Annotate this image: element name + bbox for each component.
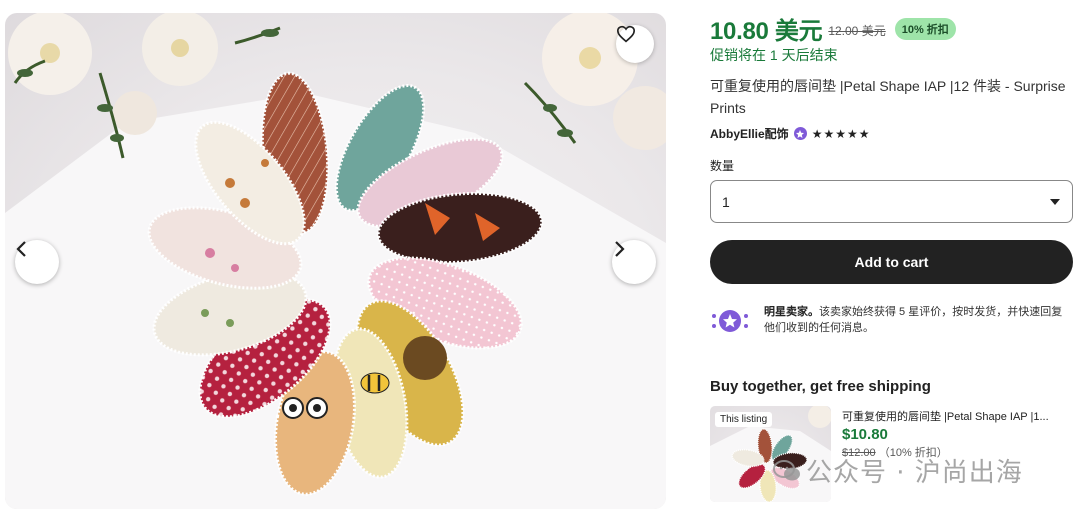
seller-name[interactable]: AbbyEllie配饰 xyxy=(710,125,789,142)
heart-outline-icon xyxy=(616,25,636,43)
bee-print xyxy=(360,372,390,394)
quantity-value: 1 xyxy=(722,193,730,210)
listing-details-panel: 10.80 美元 12.00 美元 10% 折扣 促销将在 1 天后结束 可重复… xyxy=(710,12,1073,502)
chevron-right-icon xyxy=(615,241,625,257)
favorite-button[interactable] xyxy=(616,25,654,63)
watermark: 公众号 · 沪尚出海 xyxy=(773,452,1023,489)
add-to-cart-button[interactable]: Add to cart xyxy=(710,240,1073,284)
quantity-select[interactable]: 1 xyxy=(710,180,1073,223)
seller-row[interactable]: AbbyEllie配饰 ★★★★★ xyxy=(710,125,1073,142)
chevron-left-icon xyxy=(16,241,26,257)
this-listing-tag: This listing xyxy=(715,412,773,427)
previous-image-button[interactable] xyxy=(15,240,59,284)
wechat-icon xyxy=(773,459,800,480)
bundle-item-price: $10.80 xyxy=(842,426,888,443)
next-image-button[interactable] xyxy=(612,240,656,284)
bundle-section-title: Buy together, get free shipping xyxy=(710,378,931,395)
watermark-text: 公众号 · 沪尚出海 xyxy=(806,458,1023,488)
bundle-item-name[interactable]: 可重复使用的唇间垫 |Petal Shape IAP |1... xyxy=(842,408,1071,424)
star-seller-badge-icon xyxy=(793,127,807,140)
price-row: 10.80 美元 12.00 美元 10% 折扣 xyxy=(710,12,1073,45)
star-seller-heading: 明星卖家。 xyxy=(764,306,819,318)
discount-badge: 10% 折扣 xyxy=(894,17,956,40)
star-seller-badge-icon xyxy=(710,306,750,336)
star-seller-info: 明星卖家。该卖家始终获得 5 星评价，按时发货，并快速回复他们收到的任何消息。 xyxy=(710,304,1073,336)
product-title: 可重复使用的唇间垫 |Petal Shape IAP |12 件装 - Surp… xyxy=(710,78,1066,116)
quantity-label: 数量 xyxy=(710,159,735,173)
original-price: 12.00 美元 xyxy=(828,23,886,38)
product-photo xyxy=(5,13,666,509)
caret-down-icon xyxy=(1050,198,1060,205)
sale-ends-notice: 促销将在 1 天后结束 xyxy=(710,47,838,63)
rating-stars[interactable]: ★★★★★ xyxy=(812,127,871,141)
current-price: 10.80 美元 xyxy=(710,17,823,45)
product-image-gallery[interactable] xyxy=(5,13,666,509)
